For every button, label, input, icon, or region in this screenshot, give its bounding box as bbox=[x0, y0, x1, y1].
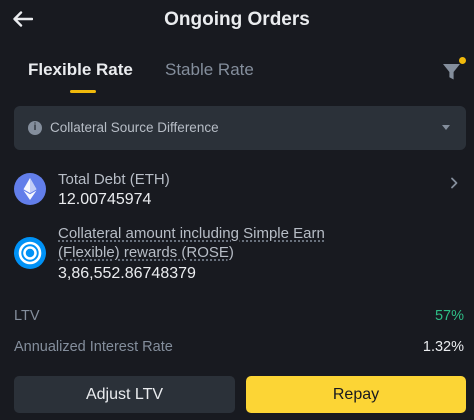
chevron-right-icon bbox=[451, 177, 458, 189]
active-tab-indicator bbox=[70, 90, 96, 93]
total-debt-label: Total Debt (ETH) bbox=[58, 171, 170, 188]
tab-flexible-rate[interactable]: Flexible Rate bbox=[28, 60, 133, 80]
tab-stable-rate[interactable]: Stable Rate bbox=[165, 60, 254, 80]
collateral-amount-value: 3,86,552.86748379 bbox=[58, 265, 196, 282]
total-debt-value: 12.00745974 bbox=[58, 191, 152, 208]
rose-icon bbox=[14, 237, 46, 269]
adjust-ltv-button[interactable]: Adjust LTV bbox=[14, 376, 235, 413]
page-title: Ongoing Orders bbox=[164, 9, 310, 30]
repay-button[interactable]: Repay bbox=[246, 376, 466, 413]
ltv-label: LTV bbox=[14, 308, 40, 324]
order-detail-chevron[interactable] bbox=[448, 176, 460, 189]
ltv-value: 57% bbox=[434, 308, 464, 324]
header: Ongoing Orders bbox=[0, 0, 474, 40]
eth-icon bbox=[14, 173, 46, 205]
banner-text: Collateral Source Difference bbox=[50, 120, 219, 135]
info-icon: i bbox=[28, 121, 42, 135]
filter-icon bbox=[443, 64, 460, 80]
interest-rate-label: Annualized Interest Rate bbox=[14, 339, 173, 355]
notification-dot bbox=[459, 57, 466, 64]
collateral-source-banner[interactable]: i Collateral Source Difference bbox=[14, 106, 466, 150]
tab-bar: Flexible Rate Stable Rate bbox=[0, 56, 474, 96]
interest-rate-value: 1.32% bbox=[422, 339, 464, 355]
collateral-amount-label[interactable]: Collateral amount including Simple Earn … bbox=[58, 224, 358, 262]
filter-button[interactable] bbox=[440, 57, 466, 84]
caret-down-icon[interactable] bbox=[442, 125, 450, 130]
